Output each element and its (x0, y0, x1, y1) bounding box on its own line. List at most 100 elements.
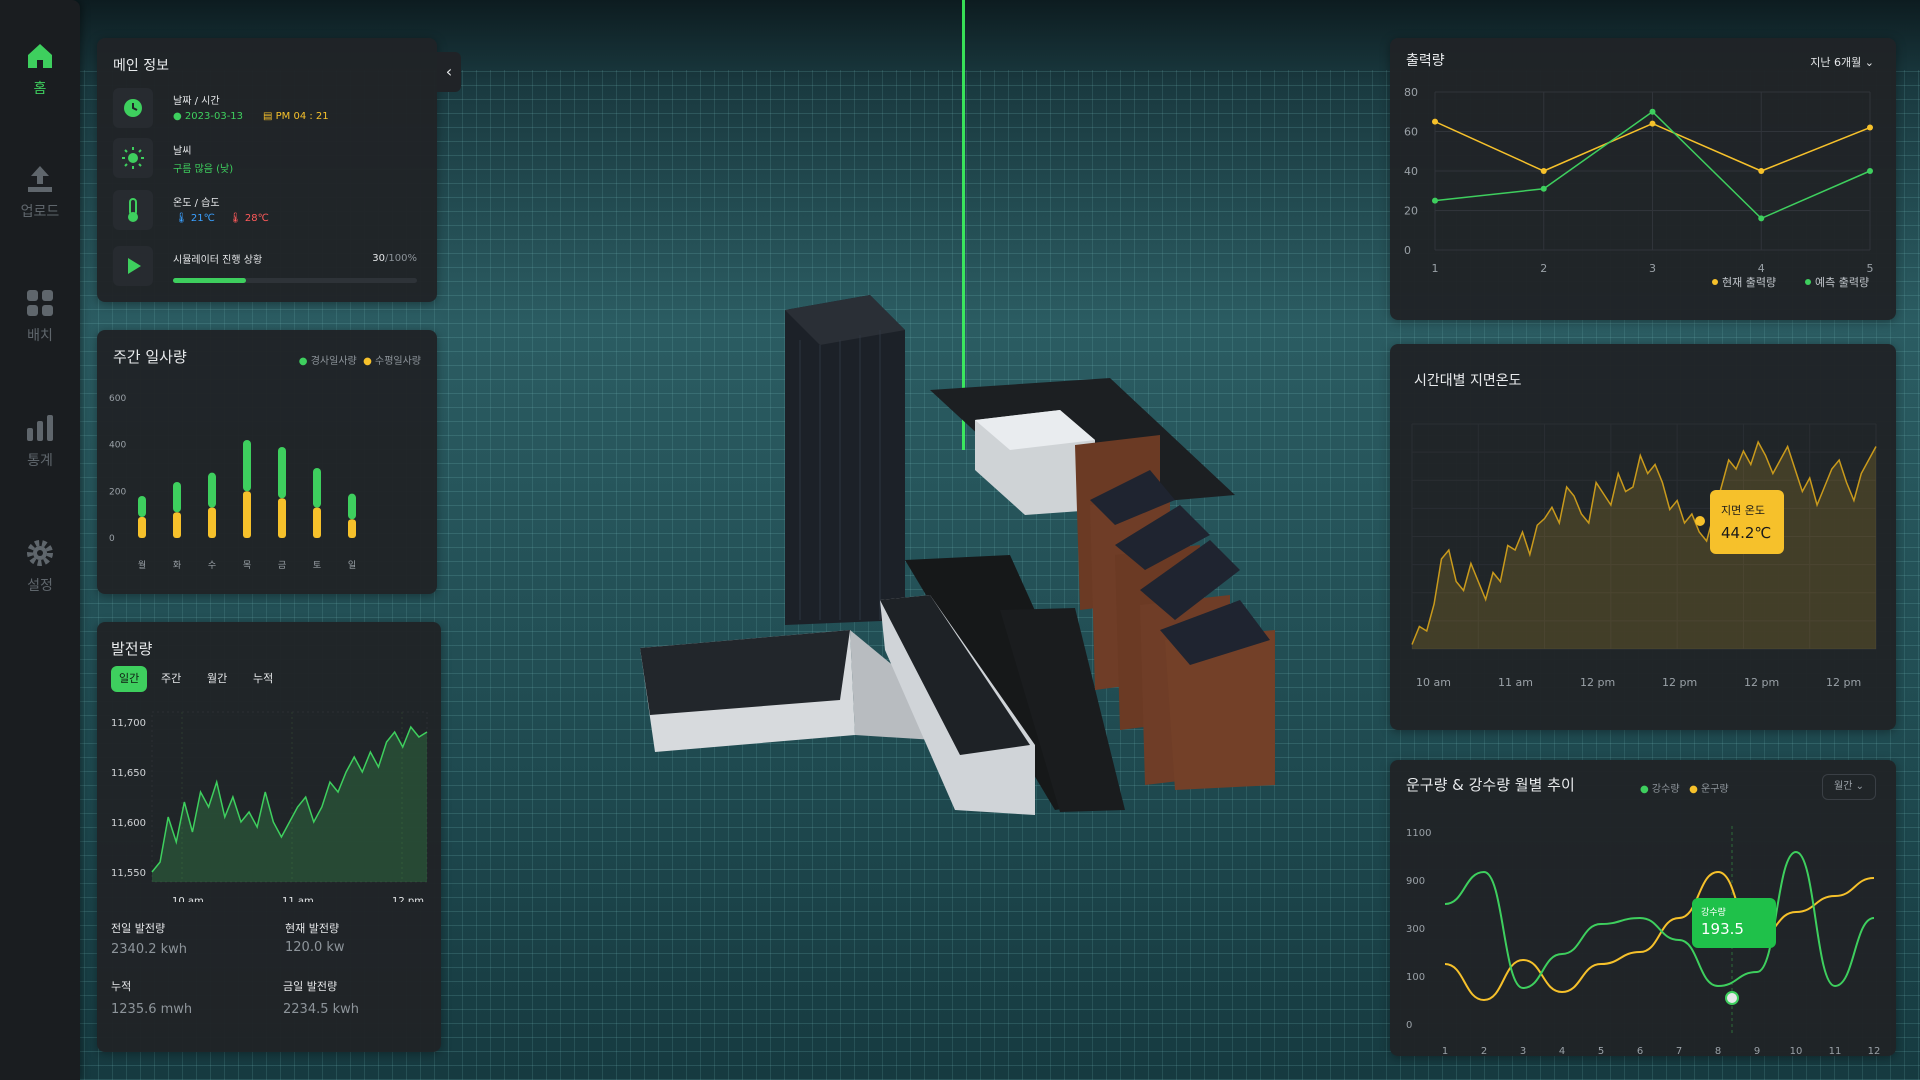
panel-title: 주간 일사량 (113, 348, 187, 366)
temp-low: 🌡 21℃ (175, 213, 215, 224)
y-tick-label: 600 (109, 394, 126, 404)
x-tick-label: 6 (1637, 1046, 1643, 1056)
sidebar-item-upload[interactable]: 업로드 (0, 163, 80, 221)
main-info-panel: 메인 정보 날짜 / 시간 ● 2023-03-13 ▤ PM 04 : 21 … (97, 38, 437, 302)
x-tick-label: 12 pm (1580, 676, 1615, 689)
y-tick-label: 200 (109, 487, 126, 497)
stat-cumulative-value: 1235.6 mwh (111, 1002, 193, 1017)
output-line-chart: 0 20 40 60 80 1 2 3 4 5 현재 출력량 예측 출력량 (1404, 86, 1874, 289)
temp-high: 🌡 28℃ (229, 213, 269, 224)
sidebar: 홈 업로드 배치 통계 설정 (0, 0, 80, 1080)
play-button[interactable] (113, 246, 153, 286)
y-tick-label: 300 (1406, 924, 1425, 935)
bar-series-1 (243, 440, 251, 492)
tab-monthly[interactable]: 월간 (199, 666, 235, 692)
tab-cumulative[interactable]: 누적 (245, 666, 281, 692)
tooltip-label: 지면 온도 (1721, 504, 1765, 517)
chevron-left-icon: ‹ (445, 62, 453, 81)
stat-today-label: 금일 발전량 (283, 980, 338, 993)
data-point (1867, 168, 1873, 174)
x-tick-label: 8 (1715, 1046, 1721, 1056)
sidebar-item-label: 설정 (27, 578, 53, 594)
legend-yellow-label: 운구량 (1701, 784, 1729, 795)
sidebar-item-label: 배치 (27, 328, 53, 344)
date-value: ● 2023-03-13 (173, 111, 244, 122)
sim-progress-bar (173, 278, 417, 283)
stat-today-value: 2234.5 kwh (283, 1002, 360, 1017)
sim-label: 시뮬레이터 진행 상황 (173, 255, 263, 266)
stat-cumulative-label: 누적 (111, 980, 132, 993)
y-tick-label: 400 (109, 441, 126, 451)
temp-high-text: 28℃ (244, 213, 269, 224)
x-tick-label: 12 (1868, 1046, 1881, 1056)
y-tick-label: 11,600 (111, 818, 146, 829)
play-icon (128, 258, 141, 274)
bar-series-2 (173, 512, 181, 538)
x-tick-label: 2 (1481, 1046, 1487, 1056)
weekly-irradiance-panel: 주간 일사량 ● 경사일사량 ● 수평일사량 0 200 400 600 월 화 수 목 금 토 일 (97, 330, 437, 594)
y-tick-label: 900 (1406, 876, 1425, 887)
x-tick-label: 12 pm (1826, 676, 1861, 689)
upload-icon (28, 166, 52, 192)
x-tick-label: 11 (1829, 1046, 1842, 1056)
chevron-down-icon: ⌄ (1864, 56, 1874, 69)
ground-temp-area-chart: 10 am 11 am 12 pm 12 pm 12 pm 12 pm (1411, 423, 1877, 689)
sidebar-item-layout[interactable]: 배치 (0, 287, 80, 345)
x-tick-label: 2 (1540, 262, 1547, 275)
y-tick-label: 11,700 (111, 718, 146, 729)
x-tick-label: 수 (208, 560, 216, 571)
gear-icon (27, 540, 53, 566)
y-tick-label: 40 (1404, 165, 1418, 178)
x-tick-label: 11 am (1498, 676, 1533, 689)
period-select-value: 지난 6개월 (1810, 56, 1862, 69)
x-tick-label: 12 pm (1662, 676, 1697, 689)
date-text: 2023-03-13 (184, 111, 244, 122)
x-tick-label: 1 (1432, 262, 1439, 275)
legend: ● 강수량 ● 운구량 (1640, 780, 1729, 795)
bar-series-1 (138, 496, 146, 517)
panel-title: 출력량 (1406, 53, 1445, 69)
interval-select[interactable]: 월간 ⌄ (1822, 774, 1876, 800)
temp-label: 온도 / 습도 (173, 198, 220, 209)
tab-weekly[interactable]: 주간 (153, 666, 189, 692)
clock-icon (124, 99, 142, 117)
sim-progress-value: 30 (372, 253, 386, 264)
x-tick-label: 1 (1442, 1046, 1448, 1056)
bar-series-1 (348, 493, 356, 520)
sidebar-item-settings[interactable]: 설정 (0, 537, 80, 595)
bar-series-1 (173, 482, 181, 513)
generation-panel: 발전량 일간 주간 월간 누적 11,700 11,650 11,600 11,550… (97, 622, 441, 1052)
period-select[interactable]: 지난 6개월 ⌄ (1810, 54, 1874, 70)
bar-series-1 (278, 447, 286, 499)
bar-series-1 (313, 468, 321, 508)
data-point (1540, 185, 1547, 192)
chevron-down-icon: ⌄ (1855, 781, 1864, 792)
panel-title: 메인 정보 (113, 58, 169, 74)
data-point (1432, 197, 1438, 204)
area-fill (1412, 442, 1876, 649)
cloud-rain-panel: 운구량 & 강수량 월별 추이 ● 강수량 ● 운구량 월간 ⌄ 1100 900… (1390, 760, 1896, 1056)
bar-series-2 (138, 517, 146, 538)
sidebar-item-home[interactable]: 홈 (0, 40, 80, 98)
data-point (1758, 168, 1765, 174)
data-point (1432, 118, 1438, 125)
weather-label: 날씨 (173, 146, 192, 157)
tab-daily[interactable]: 일간 (111, 666, 148, 692)
legend-label: 현재 출력량 (1722, 276, 1776, 289)
generation-area-chart: 11,700 11,650 11,600 11,550 10 am 11 am 12 pm (111, 711, 428, 902)
ground-temp-tooltip: 지면 온도 44.2℃ (1710, 490, 1784, 554)
y-tick-label: 80 (1404, 86, 1418, 99)
highlight-point (1725, 991, 1739, 1005)
bar-series-2 (243, 491, 251, 538)
collapse-button[interactable]: ‹ (437, 52, 461, 92)
grid-icon (27, 290, 53, 316)
x-tick-label: 11 am (282, 896, 314, 902)
sidebar-item-label: 업로드 (20, 204, 60, 220)
panel-title: 운구량 & 강수량 월별 추이 (1406, 776, 1575, 794)
sidebar-item-stats[interactable]: 통계 (0, 412, 80, 470)
x-tick-label: 10 am (1416, 676, 1451, 689)
legend-green-label: 경사일사량 (310, 356, 357, 367)
x-tick-label: 일 (348, 560, 356, 571)
x-tick-label: 10 (1790, 1046, 1803, 1056)
y-tick-label: 20 (1404, 205, 1418, 218)
